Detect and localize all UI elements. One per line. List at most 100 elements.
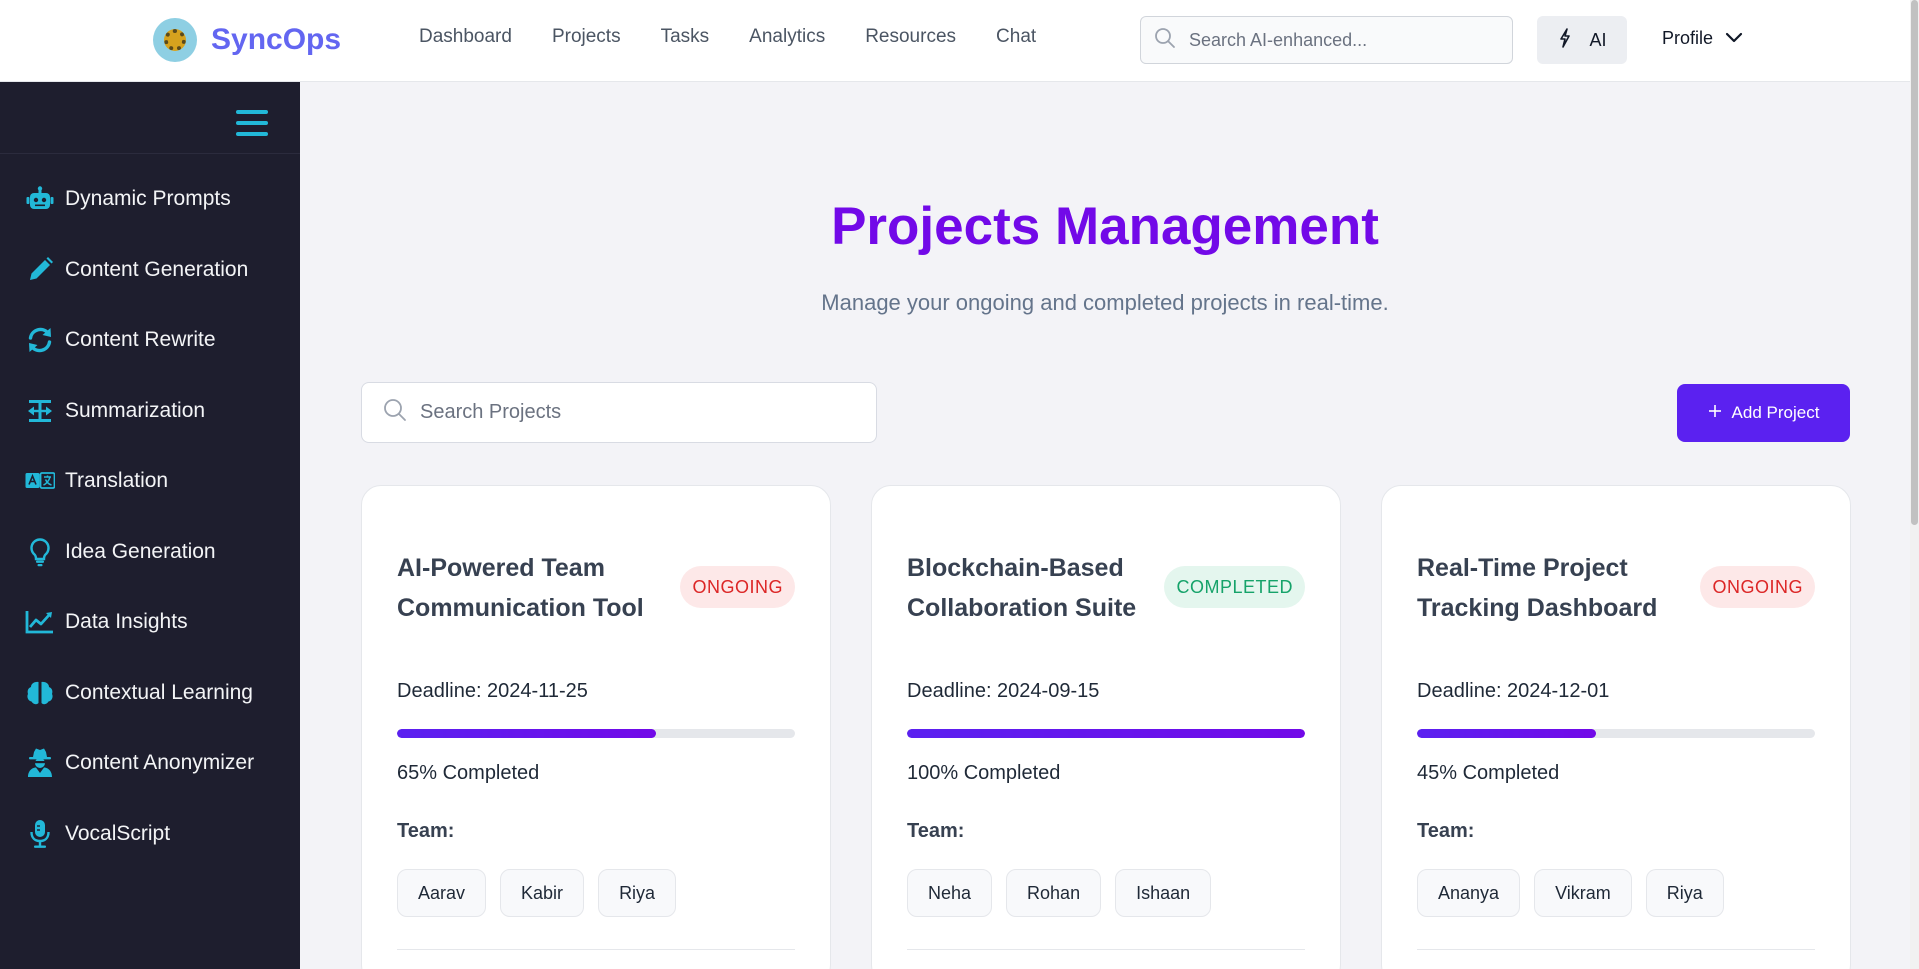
team-members: Neha Rohan Ishaan [907,869,1212,917]
ai-button-label: AI [1589,29,1607,50]
status-badge: ONGOING [680,566,795,608]
sidebar-item-data-insights[interactable]: Data Insights [0,587,300,658]
page-scrollbar[interactable] [1910,0,1919,969]
project-search-input[interactable] [420,401,840,424]
plus-icon [1708,403,1722,423]
global-search-input[interactable] [1189,29,1489,51]
hamburger-menu-icon[interactable] [236,110,268,143]
sidebar-item-label: Content Rewrite [65,328,216,352]
microphone-icon [24,818,56,850]
team-member-chip[interactable]: Neha [907,869,993,917]
user-secret-icon [24,747,56,779]
ai-bolt-icon [1557,27,1573,53]
sidebar-item-content-generation[interactable]: Content Generation [0,235,300,306]
team-members: Ananya Vikram Riya [1417,869,1724,917]
sidebar-item-label: Idea Generation [65,539,216,563]
nav-tasks[interactable]: Tasks [661,26,710,48]
status-badge: ONGOING [1700,566,1815,608]
main-nav: Dashboard Projects Tasks Analytics Resou… [419,26,1036,48]
progress-text: 65% Completed [397,762,540,784]
brand-name: SyncOps [211,23,342,56]
robot-icon [24,183,56,215]
project-title: Blockchain-Based Collaboration Suite [907,554,1137,622]
profile-label: Profile [1662,28,1714,48]
project-title: Real-Time Project Tracking Dashboard [1417,554,1658,622]
compress-icon [24,395,56,427]
sidebar-menu: Dynamic Prompts Content Generation Conte… [0,154,300,869]
project-title: AI-Powered Team Communication Tool [397,554,644,622]
sidebar-item-label: Content Anonymizer [65,751,255,775]
progress-text: 45% Completed [1417,762,1560,784]
progress-bar [397,729,795,738]
team-member-chip[interactable]: Riya [598,869,677,917]
sidebar-item-content-rewrite[interactable]: Content Rewrite [0,305,300,376]
language-icon [24,465,56,497]
project-search [361,382,877,443]
sidebar-item-label: Contextual Learning [65,680,253,704]
team-member-chip[interactable]: Ishaan [1115,869,1212,917]
project-deadline: Deadline: 2024-12-01 [1417,680,1610,702]
project-cards: AI-Powered Team Communication Tool ONGOI… [361,485,1851,969]
refresh-icon [24,324,56,356]
nav-resources[interactable]: Resources [865,26,956,48]
team-member-chip[interactable]: Vikram [1534,869,1632,917]
card-divider [907,949,1305,950]
chart-line-icon [24,606,56,638]
card-divider [397,949,795,950]
nav-chat[interactable]: Chat [996,26,1036,48]
nav-projects[interactable]: Projects [552,26,621,48]
team-member-chip[interactable]: Kabir [500,869,585,917]
pencil-icon [24,254,56,286]
sidebar: Dynamic Prompts Content Generation Conte… [0,82,300,969]
team-label: Team: [397,820,455,842]
sidebar-item-summarization[interactable]: Summarization [0,376,300,447]
sidebar-item-vocalscript[interactable]: VocalScript [0,799,300,870]
sidebar-item-translation[interactable]: Translation [0,446,300,517]
progress-bar [907,729,1305,738]
team-member-chip[interactable]: Ananya [1417,869,1521,917]
team-member-chip[interactable]: Aarav [397,869,487,917]
search-icon [1153,26,1177,55]
sidebar-item-idea-generation[interactable]: Idea Generation [0,517,300,588]
sidebar-item-dynamic-prompts[interactable]: Dynamic Prompts [0,164,300,235]
profile-menu[interactable]: Profile [1662,28,1743,49]
progress-bar [1417,729,1815,738]
card-divider [1417,949,1815,950]
scrollbar-thumb[interactable] [1911,0,1918,525]
sidebar-item-label: Translation [65,469,169,493]
sidebar-item-label: Data Insights [65,610,188,634]
add-project-label: Add Project [1731,403,1820,422]
nav-analytics[interactable]: Analytics [749,26,825,48]
top-navbar: SyncOps Dashboard Projects Tasks Analyti… [0,0,1910,82]
team-member-chip[interactable]: Riya [1645,869,1724,917]
nav-dashboard[interactable]: Dashboard [419,26,512,48]
project-deadline: Deadline: 2024-09-15 [907,680,1100,702]
page-title: Projects Management [831,197,1379,256]
ai-button[interactable]: AI [1537,16,1627,64]
add-project-button[interactable]: Add Project [1677,384,1850,442]
status-badge: COMPLETED [1164,566,1305,608]
chevron-down-icon [1725,28,1743,49]
lightbulb-icon [24,536,56,568]
team-label: Team: [1417,820,1475,842]
project-card[interactable]: Blockchain-Based Collaboration Suite COM… [871,485,1341,969]
sidebar-item-label: Content Generation [65,257,249,281]
sidebar-item-label: Dynamic Prompts [65,187,231,211]
project-deadline: Deadline: 2024-11-25 [397,680,588,702]
sidebar-item-label: VocalScript [65,821,171,845]
project-card[interactable]: Real-Time Project Tracking Dashboard ONG… [1381,485,1851,969]
sidebar-item-label: Summarization [65,398,206,422]
page-subtitle: Manage your ongoing and completed projec… [821,290,1389,315]
search-icon [382,397,408,428]
project-card[interactable]: AI-Powered Team Communication Tool ONGOI… [361,485,831,969]
team-label: Team: [907,820,965,842]
progress-text: 100% Completed [907,762,1061,784]
sidebar-item-contextual-learning[interactable]: Contextual Learning [0,658,300,729]
team-member-chip[interactable]: Rohan [1006,869,1102,917]
sidebar-item-content-anonymizer[interactable]: Content Anonymizer [0,728,300,799]
brand-logo[interactable]: SyncOps [153,18,341,62]
global-search [1140,16,1513,64]
team-members: Aarav Kabir Riya [397,869,677,917]
brain-icon [24,677,56,709]
gear-logo-icon [153,18,197,62]
